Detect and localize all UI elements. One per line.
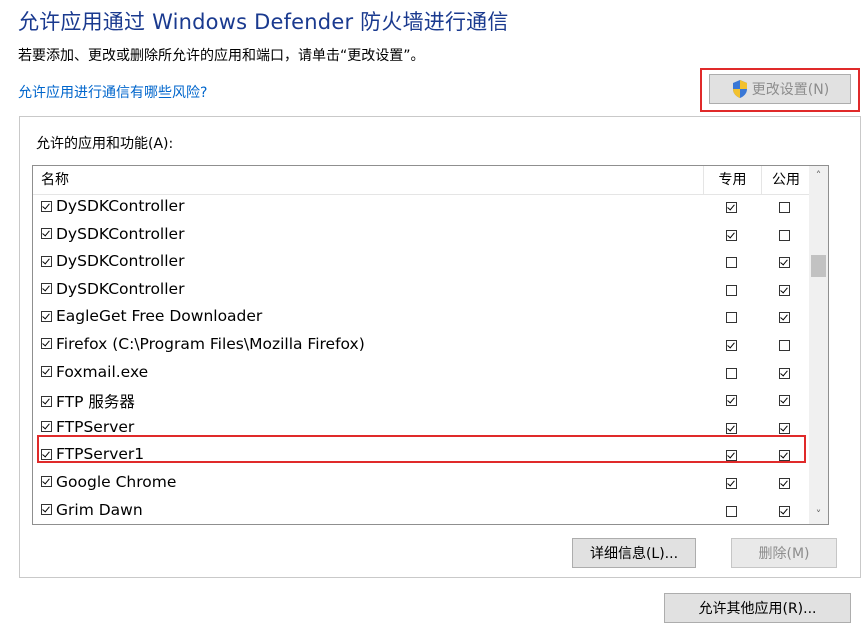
scrollbar-thumb[interactable] [811,255,826,277]
app-name-cell: Foxmail.exe [41,363,148,381]
private-network-checkbox[interactable] [726,339,737,351]
public-network-checkbox[interactable] [779,339,790,351]
table-row[interactable]: EagleGet Free Downloader [33,304,810,332]
app-name-cell: Firefox (C:\Program Files\Mozilla Firefo… [41,335,365,353]
allow-other-app-button[interactable]: 允许其他应用(R)... [664,593,851,623]
table-row[interactable]: DySDKController [33,277,810,305]
list-header: 名称 专用 公用 [33,166,810,195]
app-rows: DySDKController DySDKController DySDKContr… [33,194,810,524]
app-name-label: Grim Dawn [56,500,143,519]
app-name-cell: DySDKController [41,225,184,243]
app-name-label: DySDKController [56,279,185,298]
app-name-cell: DySDKController [41,280,184,298]
app-name-label: Google Chrome [56,472,177,491]
app-name-cell: Grim Dawn [41,501,143,519]
private-network-checkbox[interactable] [726,395,737,407]
private-network-checkbox[interactable] [726,257,737,269]
private-network-checkbox[interactable] [726,312,737,324]
table-row[interactable]: DySDKController [33,194,810,222]
highlight-box-change-settings [700,68,860,112]
public-network-checkbox[interactable] [779,395,790,407]
chevron-down-icon[interactable]: ˅ [809,505,828,524]
private-network-checkbox[interactable] [726,229,737,241]
private-network-checkbox[interactable] [726,422,737,434]
table-row[interactable]: Firefox (C:\Program Files\Mozilla Firefo… [33,332,810,360]
public-network-checkbox[interactable] [779,422,790,434]
public-network-checkbox[interactable] [779,312,790,324]
app-name-label: FTPServer [56,417,135,436]
column-header-private[interactable]: 专用 [703,166,761,194]
remove-button[interactable]: 删除(M) [731,538,837,568]
public-network-checkbox[interactable] [779,505,790,517]
app-name-label: EagleGet Free Downloader [56,307,263,326]
table-row[interactable]: Grim Dawn [33,498,810,524]
app-name-label: Firefox (C:\Program Files\Mozilla Firefo… [56,334,365,353]
app-enabled-checkbox[interactable] [41,395,52,407]
public-network-checkbox[interactable] [779,257,790,269]
app-name-label: Foxmail.exe [56,362,149,381]
private-network-checkbox[interactable] [726,477,737,489]
public-network-checkbox[interactable] [779,284,790,296]
column-header-name[interactable]: 名称 [41,166,69,194]
app-name-cell: DySDKController [41,197,184,215]
app-enabled-checkbox[interactable] [41,476,52,488]
table-row[interactable]: Google Chrome [33,470,810,498]
app-name-cell: FTP 服务器 [41,390,135,412]
private-network-checkbox[interactable] [726,202,737,213]
allowed-apps-list[interactable]: 名称 专用 公用 DySDKController DySDKController D… [32,165,829,525]
private-network-checkbox[interactable] [726,505,737,517]
app-name-cell: FTPServer [41,418,134,436]
chevron-up-icon[interactable]: ˄ [809,166,828,185]
details-button[interactable]: 详细信息(L)... [572,538,696,568]
highlight-box-ftp-row [37,435,806,463]
table-row[interactable]: DySDKController [33,222,810,250]
app-name-cell: EagleGet Free Downloader [41,307,262,325]
app-enabled-checkbox[interactable] [41,200,52,212]
app-enabled-checkbox[interactable] [41,228,52,240]
public-network-checkbox[interactable] [779,477,790,489]
app-name-cell: Google Chrome [41,473,176,491]
public-network-checkbox[interactable] [779,367,790,379]
public-network-checkbox[interactable] [779,202,790,213]
app-name-label: DySDKController [56,224,185,243]
app-enabled-checkbox[interactable] [41,338,52,350]
column-header-public[interactable]: 公用 [761,166,810,194]
app-enabled-checkbox[interactable] [41,504,52,516]
app-name-label: DySDKController [56,197,185,215]
app-name-label: DySDKController [56,252,185,271]
table-row[interactable]: FTP 服务器 [33,387,810,415]
app-enabled-checkbox[interactable] [41,310,52,322]
page-description: 若要添加、更改或删除所允许的应用和端口，请单击“更改设置”。 [18,48,425,64]
app-name-cell: DySDKController [41,252,184,270]
private-network-checkbox[interactable] [726,284,737,296]
risk-info-link[interactable]: 允许应用进行通信有哪些风险? [18,82,207,102]
allowed-apps-group: 允许的应用和功能(A): 名称 专用 公用 DySDKController DyS… [19,116,861,578]
vertical-scrollbar[interactable]: ˄ ˅ [809,166,828,524]
private-network-checkbox[interactable] [726,367,737,379]
app-enabled-checkbox[interactable] [41,366,52,378]
app-enabled-checkbox[interactable] [41,255,52,267]
table-row[interactable]: DySDKController [33,249,810,277]
public-network-checkbox[interactable] [779,229,790,241]
table-row[interactable]: Foxmail.exe [33,360,810,388]
app-name-label: FTP 服务器 [56,393,135,412]
page-title: 允许应用通过 Windows Defender 防火墙进行通信 [18,10,509,34]
allowed-apps-label: 允许的应用和功能(A): [36,136,174,152]
app-enabled-checkbox[interactable] [41,421,52,433]
app-enabled-checkbox[interactable] [41,283,52,295]
